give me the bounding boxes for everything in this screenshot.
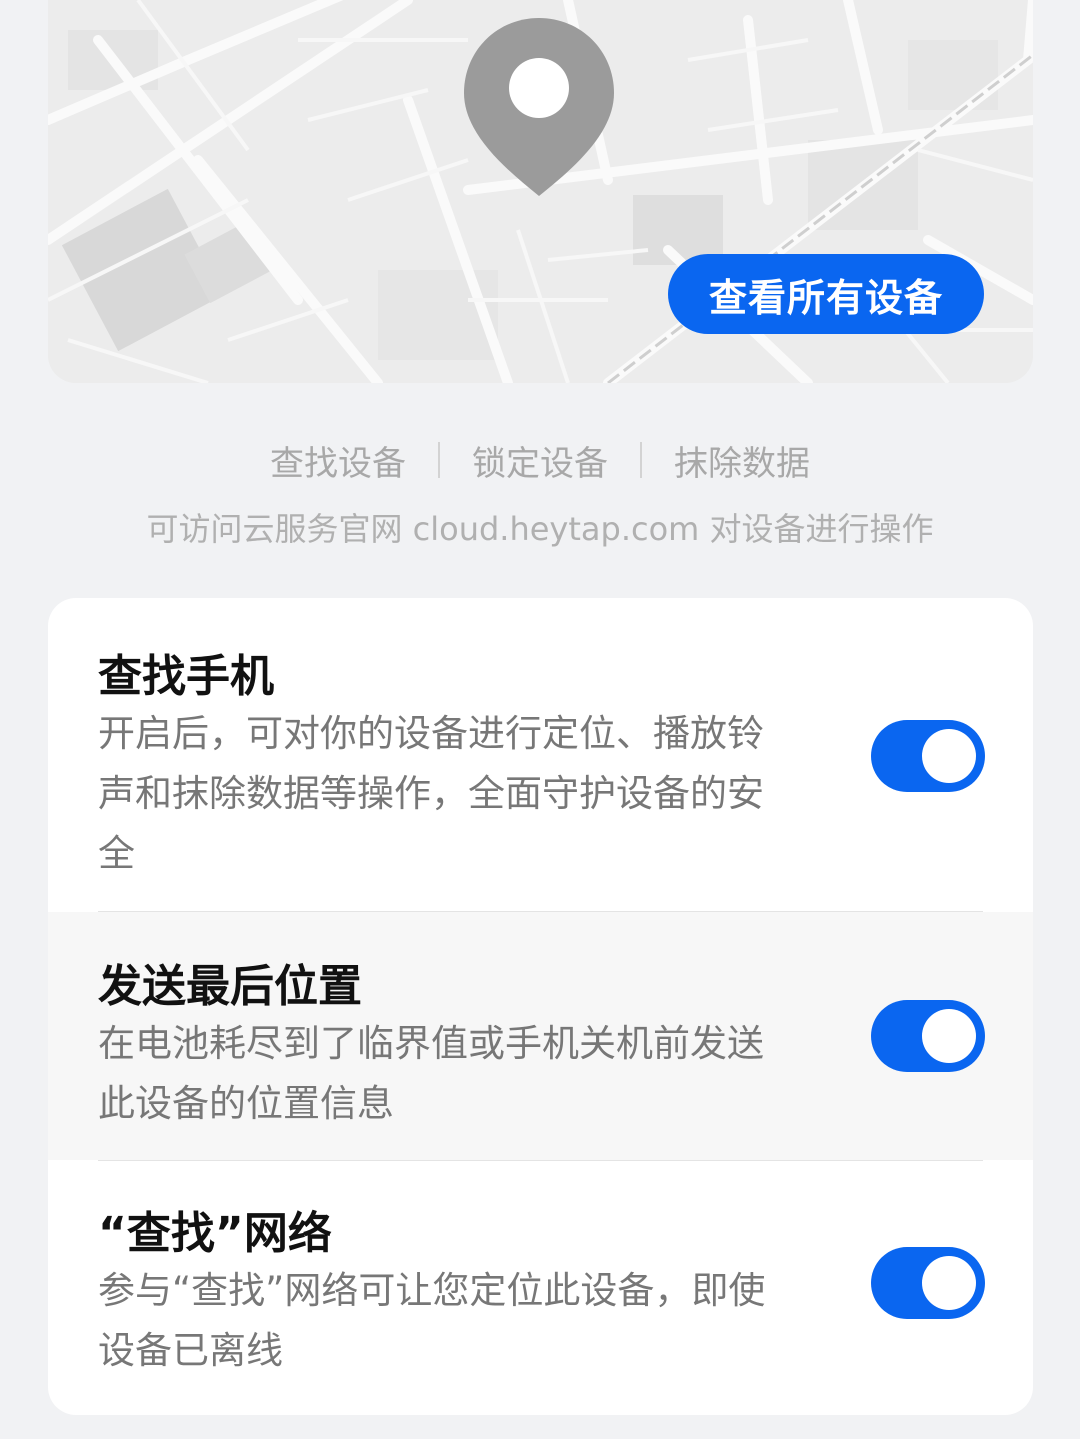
setting-description: 在电池耗尽到了临界值或手机关机前发送此设备的位置信息 (98, 1022, 764, 1125)
settings-card: 查找手机 开启后，可对你的设备进行定位、播放铃声和抹除数据等操作，全面守护设备的… (48, 598, 1033, 1415)
cloud-hint-text: 可访问云服务官网 cloud.heytap.com 对设备进行操作 (146, 510, 934, 548)
send-last-location-toggle[interactable] (871, 1000, 985, 1072)
setting-description: 开启后，可对你的设备进行定位、播放铃声和抹除数据等操作，全面守护设备的安全 (98, 712, 764, 875)
device-actions: 查找设备 锁定设备 抹除数据 (0, 432, 1080, 488)
toggle-knob (922, 1009, 976, 1063)
setting-description: 参与“查找”网络可让您定位此设备，即使设备已离线 (98, 1269, 766, 1372)
find-network-toggle[interactable] (871, 1247, 985, 1319)
view-all-devices-button[interactable]: 查看所有设备 (668, 254, 984, 334)
find-device-link[interactable]: 查找设备 (238, 436, 438, 485)
setting-title: 发送最后位置 (98, 961, 362, 1012)
find-device-page: 查看所有设备 查找设备 锁定设备 抹除数据 可访问云服务官网 cloud.hey… (0, 0, 1080, 1439)
erase-data-link[interactable]: 抹除数据 (642, 436, 842, 485)
setting-find-network[interactable]: “查找”网络 参与“查找”网络可让您定位此设备，即使设备已离线 (48, 1161, 1033, 1415)
toggle-knob (922, 1256, 976, 1310)
setting-title: 查找手机 (98, 651, 274, 702)
toggle-knob (922, 729, 976, 783)
setting-send-last-location[interactable]: 发送最后位置 在电池耗尽到了临界值或手机关机前发送此设备的位置信息 (48, 912, 1033, 1160)
lock-device-link[interactable]: 锁定设备 (440, 436, 640, 485)
device-map[interactable]: 查看所有设备 (48, 0, 1033, 383)
location-pin-icon (464, 18, 614, 196)
setting-find-phone[interactable]: 查找手机 开启后，可对你的设备进行定位、播放铃声和抹除数据等操作，全面守护设备的… (48, 598, 1033, 911)
find-phone-toggle[interactable] (871, 720, 985, 792)
setting-title: “查找”网络 (98, 1208, 332, 1259)
